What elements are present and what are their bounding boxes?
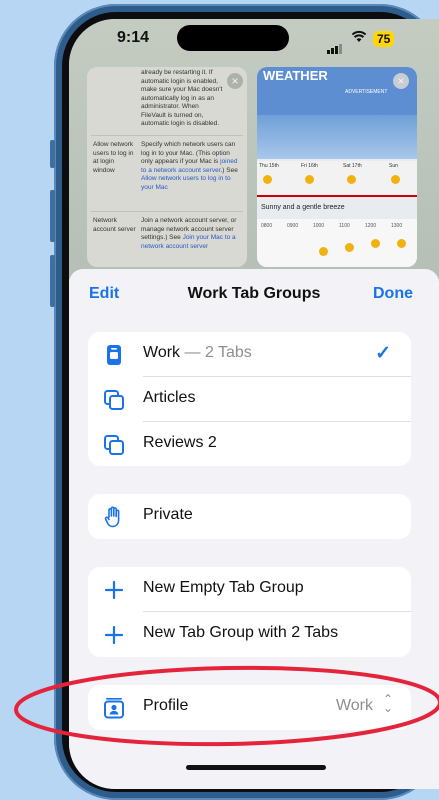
tab-row-label: Allow network users to log in at login w… [93,141,134,174]
tab-group-work[interactable]: Work — 2 Tabs ✓ [88,332,411,377]
weather-day: Sat 17th [343,163,362,169]
tab-row-text: Specify which network users can log in t… [141,141,241,192]
tab-groups-sheet: Edit Work Tab Groups Done Work — 2 Tabs … [69,269,439,789]
weather-sky-image [257,115,417,159]
sheet-nav-bar: Edit Work Tab Groups Done [69,269,439,319]
action-label: New Tab Group with 2 Tabs [143,624,339,641]
profile-icon [102,696,126,720]
tab-group-name: Work [143,344,181,361]
weather-hour: 1000 [313,223,325,229]
plus-icon [102,578,126,602]
battery-indicator: 75 [373,31,395,47]
tab-row-label: Network account server [93,217,136,233]
tab-group-label: Work — 2 Tabs [143,344,252,362]
weather-hour: 0900 [287,223,299,229]
weather-hour: 1300 [391,223,403,229]
tabs-icon [102,433,126,457]
done-button[interactable]: Done [373,285,413,303]
private-browsing-item[interactable]: Private [88,494,411,539]
new-tab-group-with-tabs-button[interactable]: New Tab Group with 2 Tabs [88,612,411,657]
status-time: 9:14 [117,29,150,46]
profile-value: Work [335,697,373,714]
status-bar: 9:14 75 [69,25,439,54]
weather-summary: Sunny and a gentle breeze [261,204,345,211]
sun-icon [345,243,354,252]
dynamic-island [177,25,289,51]
tab-row-text-part: .) See [220,166,238,174]
sun-cloud-icon [391,175,400,184]
divider [91,211,243,212]
phone-tab-group-icon [102,343,126,367]
tabs-icon [102,388,126,412]
wifi-icon [351,30,367,48]
sun-cloud-icon [305,175,314,184]
tab-row-text: Join a network account server, or manage… [141,217,241,251]
divider [91,135,243,136]
volume-up-button [50,190,55,242]
profile-label: Profile [143,697,189,714]
advertisement-label: ADVERTISEMENT [345,89,388,95]
sun-cloud-icon [263,175,272,184]
private-label: Private [143,506,193,523]
weather-day: Fri 16th [301,163,318,169]
weather-days: Thu 15th Fri 16th Sat 17th Sun [257,161,417,197]
weather-title: WEATHER [263,68,328,83]
new-empty-tab-group-button[interactable]: New Empty Tab Group [88,567,411,612]
tab-groups-list: Work — 2 Tabs ✓ Articles Reviews 2 [88,332,411,466]
tab-thumbnail-weather[interactable]: WEATHER ADVERTISEMENT × Thu 15th Fri 16t… [257,67,417,267]
weather-day: Thu 15th [259,163,279,169]
tab-group-reviews-2[interactable]: Reviews 2 [88,422,411,466]
tab-link: Allow network users to log in to your Ma… [141,175,231,191]
weather-hour: 1200 [365,223,377,229]
screen: 9:14 75 × already be restarting it. If a… [69,19,439,789]
weather-header: WEATHER ADVERTISEMENT [257,67,417,115]
new-tab-group-actions: New Empty Tab Group New Tab Group with 2… [88,567,411,657]
home-indicator [186,765,326,770]
close-tab-icon[interactable]: × [227,73,243,89]
weather-hours: 0800 0900 1000 1100 1200 1300 [257,219,417,267]
profile-group: Profile Work ⌃ ⌄ [88,685,411,730]
tab-group-articles[interactable]: Articles [88,377,411,422]
tab-count: — 2 Tabs [180,344,252,361]
mute-switch [50,140,55,168]
close-tab-icon[interactable]: × [393,73,409,89]
private-group: Private [88,494,411,539]
plus-icon [102,623,126,647]
sun-icon [397,239,406,248]
profile-selector[interactable]: Profile Work ⌃ ⌄ [88,685,411,730]
action-label: New Empty Tab Group [143,579,304,596]
tab-thumbnail-settings[interactable]: × already be restarting it. If automatic… [87,67,247,267]
sun-cloud-icon [347,175,356,184]
weather-divider [257,195,417,197]
weather-hour: 0800 [261,223,273,229]
tab-group-label: Articles [143,389,196,406]
weather-hour: 1100 [339,223,350,229]
checkmark-icon: ✓ [375,343,391,364]
hand-raised-icon [102,505,126,529]
chevron-up-down-icon: ⌃ ⌄ [382,692,393,715]
sun-icon [371,239,380,248]
sun-icon [319,247,328,256]
tab-text-para1: already be restarting it. If automatic l… [141,69,223,127]
volume-down-button [50,255,55,307]
signal-icon [327,36,343,54]
tab-group-label: Reviews 2 [143,434,217,451]
weather-day: Sun [389,163,398,169]
